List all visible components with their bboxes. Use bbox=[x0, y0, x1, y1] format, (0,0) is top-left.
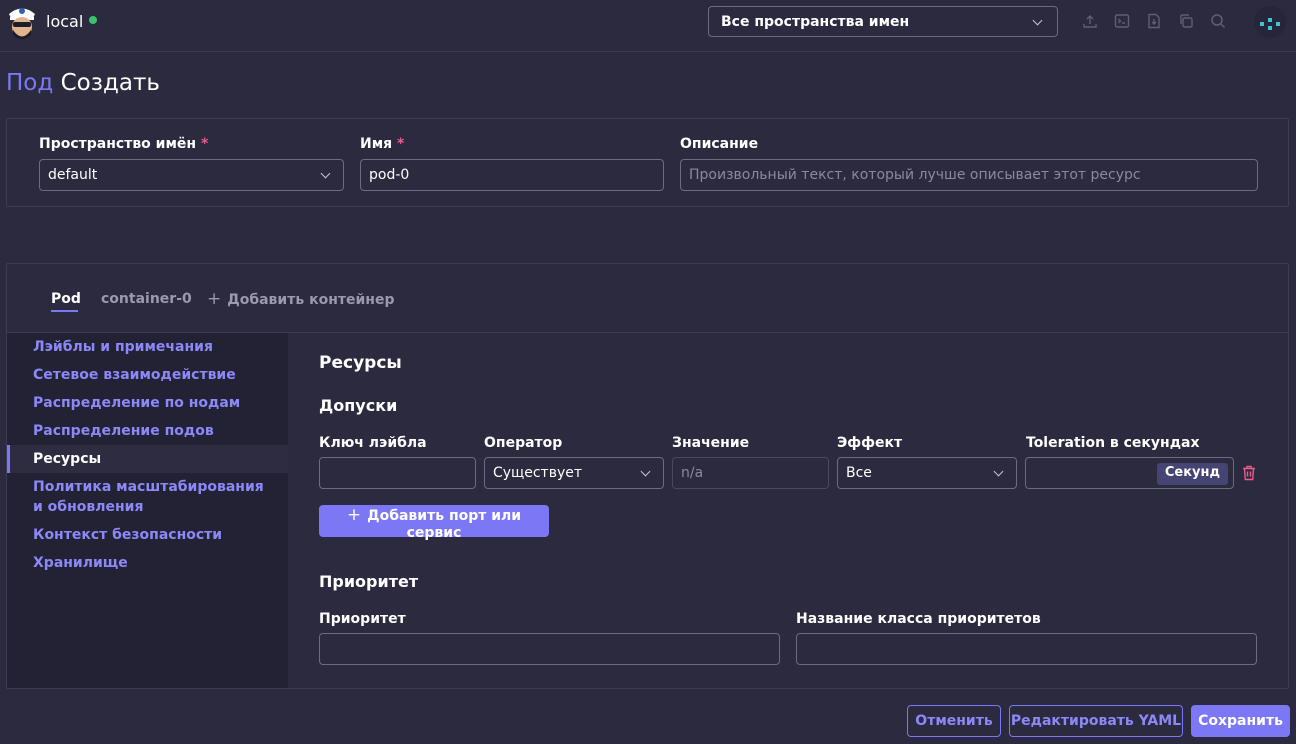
priority-input[interactable] bbox=[319, 633, 780, 665]
priority-class-label: Название класса приоритетов bbox=[796, 611, 1041, 627]
toleration-value-label: Значение bbox=[672, 435, 750, 451]
toleration-value-input[interactable]: n/a bbox=[672, 457, 829, 489]
sidenav-item-node-scheduling[interactable]: Распределение по нодам bbox=[33, 393, 240, 413]
user-avatar-icon[interactable] bbox=[1254, 6, 1286, 38]
tolerations-title: Допуски bbox=[319, 396, 398, 415]
top-bar: local Все пространства имен bbox=[0, 0, 1296, 52]
chevron-down-icon bbox=[993, 466, 1004, 477]
cluster-name[interactable]: local bbox=[46, 12, 83, 31]
toleration-seconds-input[interactable]: Секунд bbox=[1025, 457, 1234, 489]
add-container-tab[interactable]: + Добавить контейнер bbox=[207, 289, 394, 309]
upload-icon[interactable] bbox=[1082, 13, 1098, 29]
priority-class-input[interactable] bbox=[796, 633, 1257, 665]
toleration-effect-label: Эффект bbox=[837, 435, 903, 451]
copy-icon[interactable] bbox=[1178, 13, 1194, 29]
add-toleration-button[interactable]: + Добавить порт или сервис bbox=[319, 505, 549, 541]
cluster-avatar-icon[interactable] bbox=[6, 3, 38, 41]
import-file-icon[interactable] bbox=[1146, 13, 1162, 29]
namespace-label: Пространство имён * bbox=[39, 136, 209, 152]
namespace-select[interactable]: default bbox=[39, 159, 344, 191]
toleration-operator-label: Оператор bbox=[484, 435, 563, 451]
cancel-button[interactable]: Отменить bbox=[907, 705, 1001, 737]
sidenav-item-security-context[interactable]: Контекст безопасности bbox=[33, 525, 222, 545]
toleration-key-input[interactable] bbox=[319, 457, 476, 489]
name-input[interactable]: pod-0 bbox=[360, 159, 664, 191]
tab-container-0[interactable]: container-0 bbox=[101, 291, 192, 307]
chevron-down-icon bbox=[640, 466, 651, 477]
plus-icon: + bbox=[207, 289, 222, 309]
sidenav-item-resources[interactable]: Ресурсы bbox=[33, 449, 101, 469]
trash-icon[interactable] bbox=[1242, 465, 1256, 481]
sidenav-item-scaling-policy[interactable]: Политика масштабирования и обновления bbox=[33, 477, 273, 517]
priority-title: Приоритет bbox=[319, 572, 419, 591]
description-label: Описание bbox=[680, 136, 759, 152]
edit-yaml-button[interactable]: Редактировать YAML bbox=[1009, 705, 1183, 737]
container-tabs: Pod container-0 + Добавить контейнер bbox=[7, 264, 1288, 333]
toleration-key-label: Ключ лэйбла bbox=[319, 435, 427, 451]
tab-active-indicator bbox=[51, 310, 78, 312]
page-title-resource-link[interactable]: Под bbox=[6, 70, 53, 96]
plus-icon: + bbox=[346, 505, 362, 525]
sidenav-item-storage[interactable]: Хранилище bbox=[33, 553, 128, 573]
toleration-seconds-label: Toleration в секундах bbox=[1026, 435, 1200, 451]
sidenav-item-pod-scheduling[interactable]: Распределение подов bbox=[33, 421, 214, 441]
description-input[interactable]: Произвольный текст, который лучше описыв… bbox=[680, 159, 1258, 191]
sidenav-item-networking[interactable]: Сетевое взаимодействие bbox=[33, 365, 236, 385]
section-sidenav: Лэйблы и примечания Сетевое взаимодейств… bbox=[7, 333, 288, 688]
search-icon[interactable] bbox=[1210, 13, 1226, 29]
name-label: Имя * bbox=[360, 136, 405, 152]
chevron-down-icon bbox=[320, 168, 331, 179]
resources-section-title: Ресурсы bbox=[319, 353, 402, 373]
tab-pod[interactable]: Pod bbox=[51, 291, 81, 307]
sidenav-item-labels[interactable]: Лэйблы и примечания bbox=[33, 337, 213, 357]
page-title: Под Создать bbox=[6, 70, 160, 96]
priority-label: Приоритет bbox=[319, 611, 406, 627]
sidenav-active-indicator bbox=[7, 445, 10, 473]
toleration-effect-select[interactable]: Все bbox=[837, 457, 1017, 489]
terminal-icon[interactable] bbox=[1114, 13, 1130, 29]
toleration-operator-select[interactable]: Существует bbox=[484, 457, 664, 489]
namespace-filter-value: Все пространства имен bbox=[721, 14, 910, 30]
seconds-unit-badge: Секунд bbox=[1156, 463, 1228, 485]
save-button[interactable]: Сохранить bbox=[1191, 705, 1290, 737]
metadata-card: Пространство имён * default Имя * pod-0 … bbox=[6, 118, 1289, 207]
chevron-down-icon bbox=[1032, 15, 1043, 26]
page-title-action: Создать bbox=[60, 70, 160, 96]
cluster-status-dot bbox=[89, 16, 97, 24]
namespace-filter-select[interactable]: Все пространства имен bbox=[708, 6, 1058, 37]
